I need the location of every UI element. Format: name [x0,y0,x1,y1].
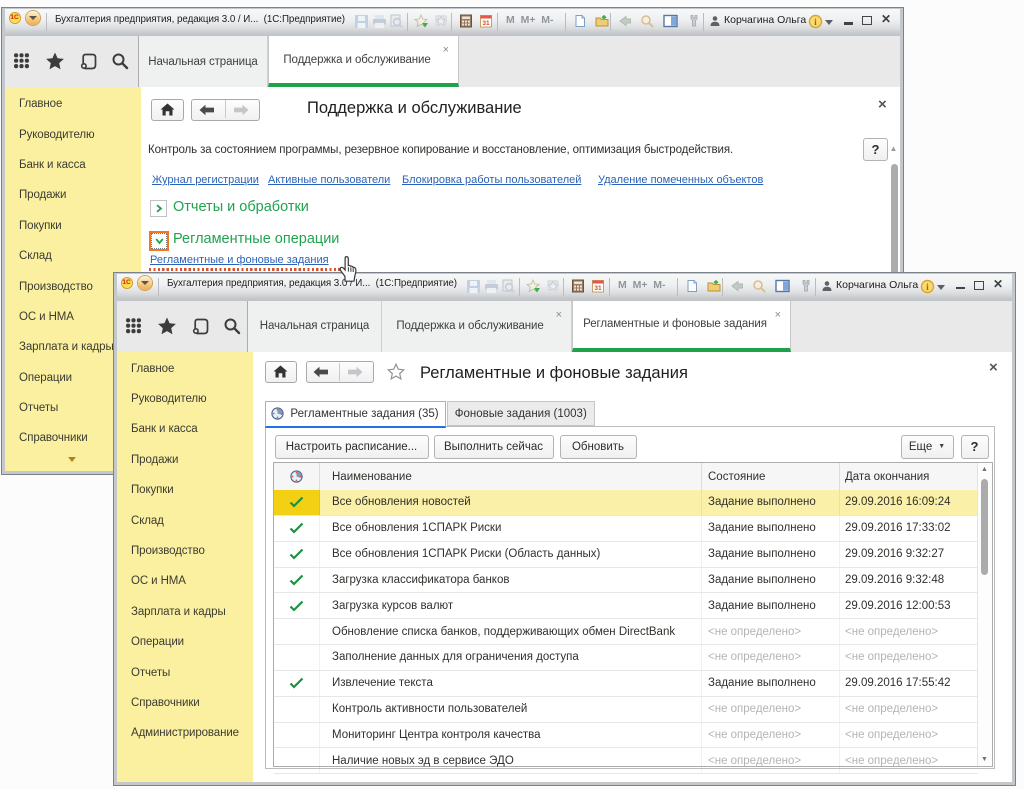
svg-text:31: 31 [594,285,602,292]
svg-text:i: i [926,283,929,293]
svg-text:31: 31 [482,20,490,27]
svg-text:i: i [814,18,817,28]
